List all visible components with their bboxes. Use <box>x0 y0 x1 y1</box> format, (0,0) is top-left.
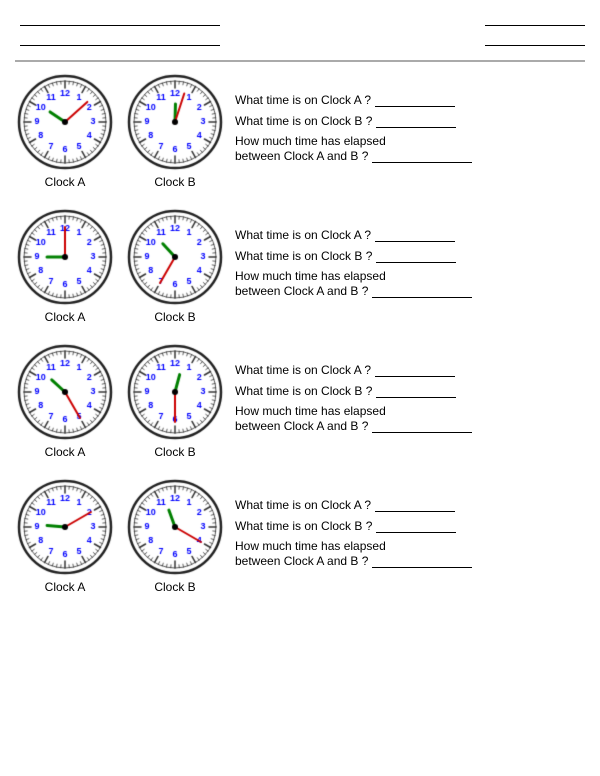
q3-line2-row3: between Clock A and B ? <box>235 418 585 433</box>
q3-line1-row4: How much time has elapsed <box>235 539 585 553</box>
q1-text-row1: What time is on Clock A ? <box>235 93 371 107</box>
q3-line1-row2: How much time has elapsed <box>235 269 585 283</box>
q3-row4: How much time has elapsed between Clock … <box>235 539 585 568</box>
q3-text-row3: between Clock A and B ? <box>235 419 368 433</box>
clock-wrapper-clockB-row2: Clock B <box>125 207 225 324</box>
q2-row1: What time is on Clock B ? <box>235 113 585 128</box>
q1-text-row3: What time is on Clock A ? <box>235 363 371 377</box>
clock-wrapper-clockA-row3: Clock A <box>15 342 115 459</box>
q3-row3: How much time has elapsed between Clock … <box>235 404 585 433</box>
clock-canvas-clockB-row4 <box>125 477 225 577</box>
q3-line1-row3: How much time has elapsed <box>235 404 585 418</box>
q2-text-row3: What time is on Clock B ? <box>235 384 372 398</box>
q2-answer-row1 <box>376 113 456 128</box>
q1-answer-row4 <box>375 497 455 512</box>
q2-row4: What time is on Clock B ? <box>235 518 585 533</box>
worksheet-row-2: Clock A Clock B What time is on Clock A ? … <box>15 207 585 324</box>
q3-text-row2: between Clock A and B ? <box>235 284 368 298</box>
q1-text-row2: What time is on Clock A ? <box>235 228 371 242</box>
clock-canvas-clockA-row2 <box>15 207 115 307</box>
q3-answer-row4 <box>372 553 472 568</box>
q2-text-row1: What time is on Clock B ? <box>235 114 372 128</box>
score-input-line <box>485 10 585 26</box>
q2-answer-row4 <box>376 518 456 533</box>
clock-canvas-clockA-row4 <box>15 477 115 577</box>
q1-answer-row2 <box>375 227 455 242</box>
clock-wrapper-clockB-row4: Clock B <box>125 477 225 594</box>
q3-answer-row3 <box>372 418 472 433</box>
clock-canvas-clockA-row3 <box>15 342 115 442</box>
clock-label-clockB-row3: Clock B <box>154 445 195 459</box>
q3-line2-row2: between Clock A and B ? <box>235 283 585 298</box>
q3-answer-row2 <box>372 283 472 298</box>
header <box>15 10 585 50</box>
date-input-line <box>485 30 585 46</box>
worksheet-row-3: Clock A Clock B What time is on Clock A ? … <box>15 342 585 459</box>
clock-pair-3: Clock A Clock B <box>15 342 225 459</box>
questions-4: What time is on Clock A ? What time is o… <box>225 497 585 574</box>
q2-text-row2: What time is on Clock B ? <box>235 249 372 263</box>
clock-wrapper-clockB-row3: Clock B <box>125 342 225 459</box>
clock-canvas-clockB-row1 <box>125 72 225 172</box>
clock-canvas-clockB-row3 <box>125 342 225 442</box>
q1-row2: What time is on Clock A ? <box>235 227 585 242</box>
q3-line1-row1: How much time has elapsed <box>235 134 585 148</box>
clock-label-clockB-row4: Clock B <box>154 580 195 594</box>
q3-row1: How much time has elapsed between Clock … <box>235 134 585 163</box>
questions-1: What time is on Clock A ? What time is o… <box>225 92 585 169</box>
clock-pair-4: Clock A Clock B <box>15 477 225 594</box>
q1-row3: What time is on Clock A ? <box>235 362 585 377</box>
clock-pair-1: Clock A Clock B <box>15 72 225 189</box>
q3-answer-row1 <box>372 148 472 163</box>
clock-pair-2: Clock A Clock B <box>15 207 225 324</box>
q1-row4: What time is on Clock A ? <box>235 497 585 512</box>
q1-answer-row3 <box>375 362 455 377</box>
teacher-input-line <box>20 30 220 46</box>
q3-text-row1: between Clock A and B ? <box>235 149 368 163</box>
clock-label-clockB-row1: Clock B <box>154 175 195 189</box>
clock-wrapper-clockA-row4: Clock A <box>15 477 115 594</box>
clock-label-clockA-row4: Clock A <box>45 580 86 594</box>
q3-line2-row1: between Clock A and B ? <box>235 148 585 163</box>
q2-row2: What time is on Clock B ? <box>235 248 585 263</box>
clock-wrapper-clockA-row1: Clock A <box>15 72 115 189</box>
q2-answer-row3 <box>376 383 456 398</box>
clock-canvas-clockB-row2 <box>125 207 225 307</box>
clock-label-clockB-row2: Clock B <box>154 310 195 324</box>
clock-label-clockA-row1: Clock A <box>45 175 86 189</box>
worksheet-rows: Clock A Clock B What time is on Clock A ? … <box>15 72 585 594</box>
name-input-line <box>20 10 220 26</box>
header-divider <box>15 60 585 62</box>
clock-wrapper-clockA-row2: Clock A <box>15 207 115 324</box>
clock-label-clockA-row3: Clock A <box>45 445 86 459</box>
questions-2: What time is on Clock A ? What time is o… <box>225 227 585 304</box>
q1-row1: What time is on Clock A ? <box>235 92 585 107</box>
q3-text-row4: between Clock A and B ? <box>235 554 368 568</box>
q3-line2-row4: between Clock A and B ? <box>235 553 585 568</box>
q1-text-row4: What time is on Clock A ? <box>235 498 371 512</box>
q2-answer-row2 <box>376 248 456 263</box>
worksheet-row-1: Clock A Clock B What time is on Clock A ? … <box>15 72 585 189</box>
clock-wrapper-clockB-row1: Clock B <box>125 72 225 189</box>
clock-label-clockA-row2: Clock A <box>45 310 86 324</box>
questions-3: What time is on Clock A ? What time is o… <box>225 362 585 439</box>
q2-row3: What time is on Clock B ? <box>235 383 585 398</box>
q2-text-row4: What time is on Clock B ? <box>235 519 372 533</box>
worksheet-row-4: Clock A Clock B What time is on Clock A ? … <box>15 477 585 594</box>
q1-answer-row1 <box>375 92 455 107</box>
q3-row2: How much time has elapsed between Clock … <box>235 269 585 298</box>
clock-canvas-clockA-row1 <box>15 72 115 172</box>
